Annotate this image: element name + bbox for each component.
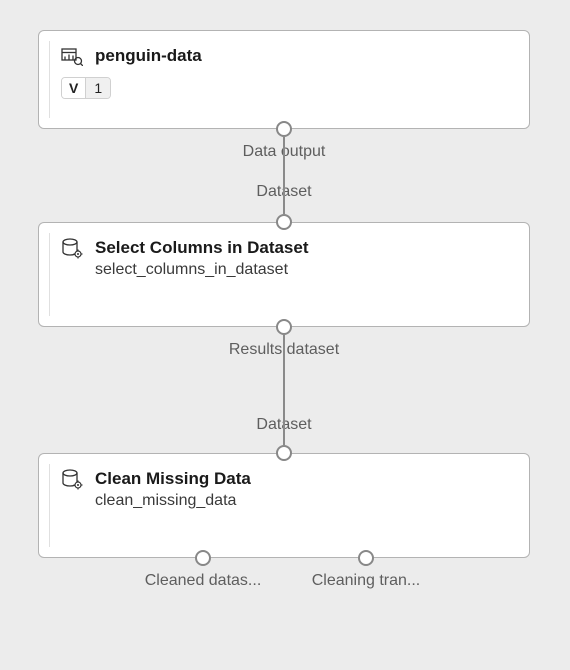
port-label-dataset-in-2: Dataset <box>256 183 311 201</box>
port-label-cleaned-dataset: Cleaned datas... <box>145 572 262 590</box>
node-clean-missing-data[interactable]: Clean Missing Data clean_missing_data <box>38 453 530 558</box>
node-title: penguin-data <box>95 46 202 66</box>
output-port[interactable] <box>276 319 292 335</box>
output-port[interactable] <box>195 550 211 566</box>
node-title: Select Columns in Dataset <box>95 238 309 258</box>
version-number: 1 <box>86 78 110 98</box>
node-select-columns[interactable]: Select Columns in Dataset select_columns… <box>38 222 530 327</box>
port-label-results-dataset: Results dataset <box>229 341 339 359</box>
version-prefix: V <box>62 78 86 98</box>
output-port[interactable] <box>276 121 292 137</box>
node-penguin-data[interactable]: penguin-data V 1 <box>38 30 530 129</box>
node-subtitle: select_columns_in_dataset <box>95 261 515 279</box>
pipeline-canvas[interactable]: penguin-data V 1 Data output Dataset <box>0 0 570 670</box>
dataset-icon <box>61 45 83 67</box>
port-label-data-output: Data output <box>243 143 326 161</box>
node-subtitle: clean_missing_data <box>95 492 515 510</box>
version-badge[interactable]: V 1 <box>61 77 111 99</box>
database-gear-icon <box>61 468 83 490</box>
database-gear-icon <box>61 237 83 259</box>
node-title: Clean Missing Data <box>95 469 251 489</box>
input-port[interactable] <box>276 445 292 461</box>
port-label-cleaning-transform: Cleaning tran... <box>312 572 421 590</box>
output-port[interactable] <box>358 550 374 566</box>
port-label-dataset-in-3: Dataset <box>256 416 311 434</box>
input-port[interactable] <box>276 214 292 230</box>
